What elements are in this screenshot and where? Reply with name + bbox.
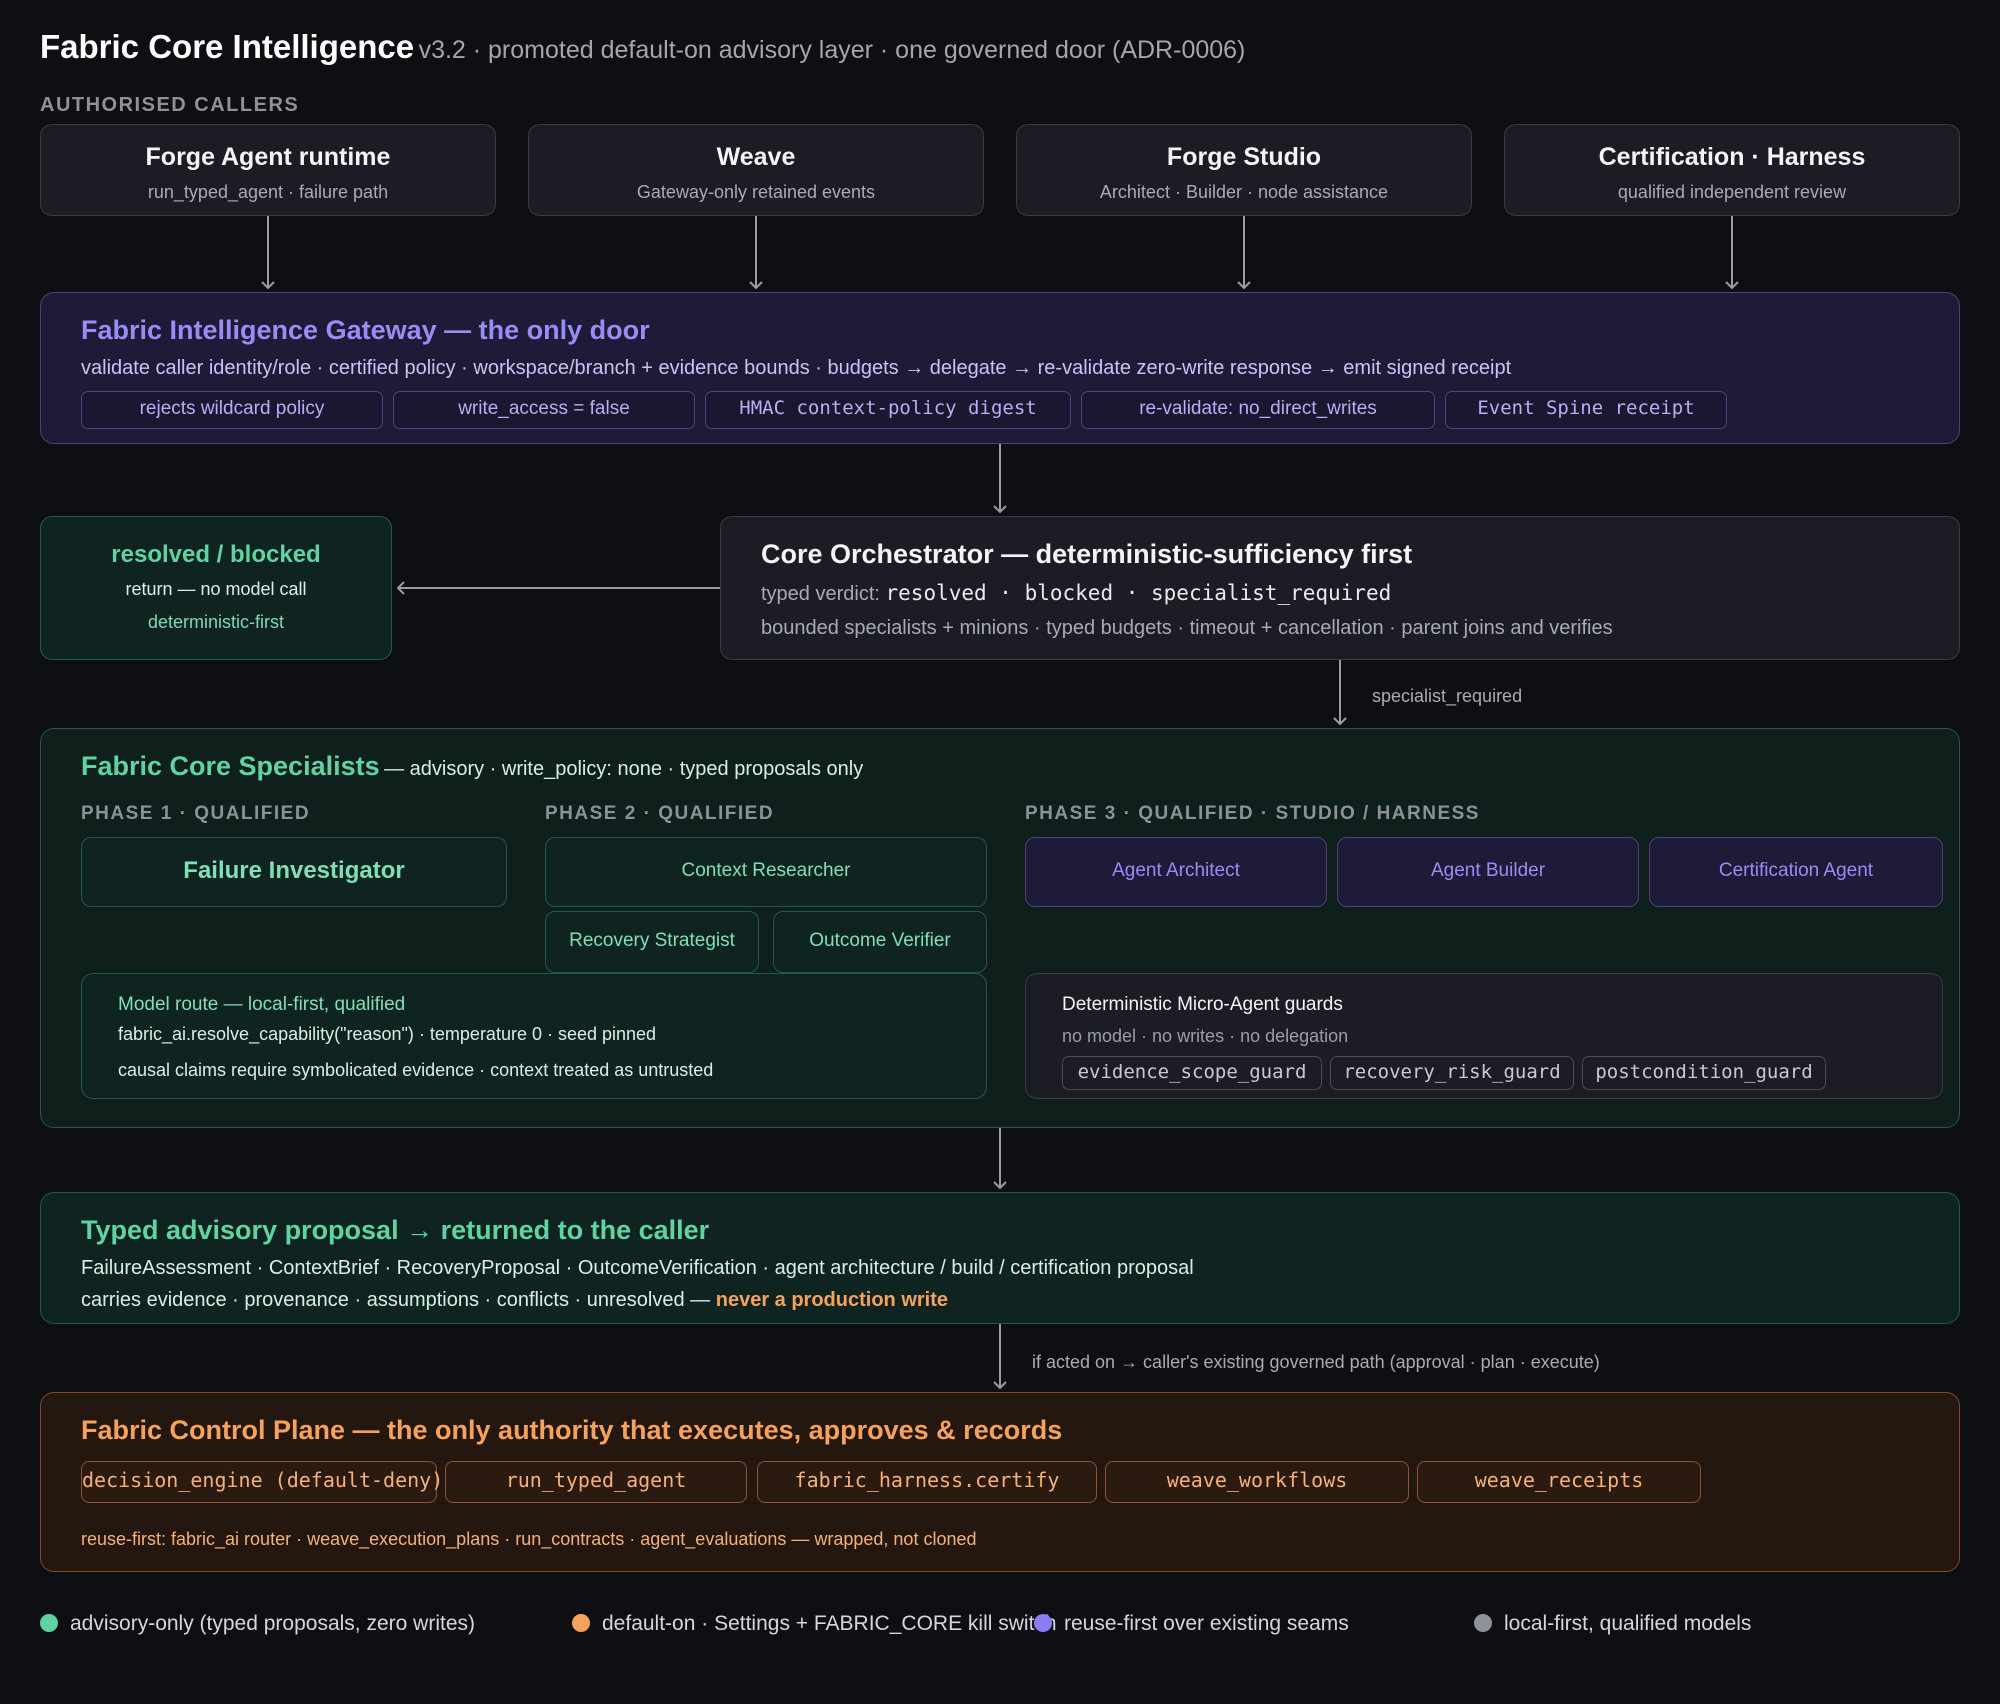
proposal-warning: never a production write — [715, 1289, 948, 1311]
legend-dot-icon — [1474, 1614, 1492, 1632]
model-route-line1: fabric_ai.resolve_capability("reason") ·… — [118, 1024, 657, 1044]
phase3-label: PHASE 3 · QUALIFIED · STUDIO / HARNESS — [1025, 803, 1480, 824]
agent-failure-investigator: Failure Investigator — [81, 837, 507, 907]
proposal-line2-text: carries evidence · provenance · assumpti… — [81, 1289, 711, 1311]
resolved-blocked-box: resolved / blocked return — no model cal… — [40, 516, 392, 660]
agent-certification: Certification Agent — [1649, 837, 1943, 907]
legend-label: reuse-first over existing seams — [1064, 1612, 1349, 1635]
gateway-chip: HMAC context-policy digest — [705, 391, 1071, 429]
caller-desc: qualified independent review — [1617, 182, 1847, 202]
specialists-title: Fabric Core Specialists — [81, 751, 380, 781]
architecture-diagram: Fabric Core Intelligence v3.2 · promoted… — [0, 0, 2000, 1704]
model-route-box: Model route — local-first, qualified fab… — [81, 973, 987, 1099]
phase2-label: PHASE 2 · QUALIFIED — [545, 803, 775, 824]
legend-dot-icon — [40, 1614, 58, 1632]
control-chip: fabric_harness.certify — [757, 1461, 1097, 1503]
gateway-chip: rejects wildcard policy — [81, 391, 383, 429]
agent-recovery-strategist: Recovery Strategist — [545, 911, 759, 973]
legend-item-reuse-first: reuse-first over existing seams — [1034, 1612, 1349, 1636]
resolved-title: resolved / blocked — [111, 541, 321, 568]
gateway-chip: re-validate: no_direct_writes — [1081, 391, 1435, 429]
legend-item-advisory: advisory-only (typed proposals, zero wri… — [40, 1612, 475, 1636]
gateway-chip: write_access = false — [393, 391, 695, 429]
caller-desc: Architect · Builder · node assistance — [1099, 182, 1389, 202]
legend-item-local-first: local-first, qualified models — [1474, 1612, 1751, 1636]
specialists-box: Fabric Core Specialists — advisory · wri… — [40, 728, 1960, 1128]
caller-name: Forge Studio — [1166, 143, 1322, 171]
caller-name: Certification · Harness — [1598, 143, 1866, 171]
legend-label: advisory-only (typed proposals, zero wri… — [70, 1612, 475, 1635]
control-plane-footer: reuse-first: fabric_ai router · weave_ex… — [81, 1529, 977, 1549]
caller-certification-harness: Certification · Harness qualified indepe… — [1504, 124, 1960, 216]
orchestrator-verdict: typed verdict: resolved · blocked · spec… — [761, 581, 1391, 606]
legend-label: default-on · Settings + FABRIC_CORE kill… — [602, 1612, 1057, 1635]
guards-title: Deterministic Micro-Agent guards — [1062, 994, 1343, 1015]
caller-desc: run_typed_agent · failure path — [147, 182, 389, 202]
guards-subtitle: no model · no writes · no delegation — [1062, 1026, 1349, 1046]
agent-architect: Agent Architect — [1025, 837, 1327, 907]
gateway-chip: Event Spine receipt — [1445, 391, 1727, 429]
resolved-line1: return — no model call — [125, 579, 307, 599]
specialists-header: Fabric Core Specialists — advisory · wri… — [81, 751, 863, 782]
control-plane-title: Fabric Control Plane — the only authorit… — [81, 1415, 1063, 1445]
legend-label: local-first, qualified models — [1504, 1612, 1752, 1635]
caller-weave: Weave Gateway-only retained events — [528, 124, 984, 216]
specialists-subtitle: — advisory · write_policy: none · typed … — [384, 758, 864, 780]
diagram-header: Fabric Core Intelligence v3.2 · promoted… — [40, 28, 1245, 66]
guard-chip: postcondition_guard — [1582, 1056, 1826, 1090]
proposal-line1: FailureAssessment · ContextBrief · Recov… — [81, 1257, 1194, 1279]
edge-label-acted-on: if acted on → caller's existing governed… — [1032, 1352, 1600, 1372]
control-plane-box: Fabric Control Plane — the only authorit… — [40, 1392, 1960, 1572]
legend-dot-icon — [572, 1614, 590, 1632]
orchestrator-title: Core Orchestrator — deterministic-suffic… — [761, 539, 1413, 569]
legend-item-default-on: default-on · Settings + FABRIC_CORE kill… — [572, 1612, 1057, 1636]
caller-forge-studio: Forge Studio Architect · Builder · node … — [1016, 124, 1472, 216]
proposal-title: Typed advisory proposal → returned to th… — [81, 1215, 710, 1245]
model-route-line2: causal claims require symbolicated evide… — [118, 1060, 714, 1080]
guard-chip: evidence_scope_guard — [1062, 1056, 1322, 1090]
caller-desc: Gateway-only retained events — [636, 182, 876, 202]
gateway-title: Fabric Intelligence Gateway — the only d… — [81, 315, 650, 345]
caller-forge-agent-runtime: Forge Agent runtime run_typed_agent · fa… — [40, 124, 496, 216]
orchestrator-box: Core Orchestrator — deterministic-suffic… — [720, 516, 1960, 660]
agent-context-researcher: Context Researcher — [545, 837, 987, 907]
control-chip: weave_workflows — [1105, 1461, 1409, 1503]
control-chip: decision_engine (default-deny) — [81, 1461, 443, 1503]
guard-chip: recovery_risk_guard — [1330, 1056, 1574, 1090]
micro-agent-guards-box: Deterministic Micro-Agent guards no mode… — [1025, 973, 1943, 1099]
agent-builder: Agent Builder — [1337, 837, 1639, 907]
gateway-box: Fabric Intelligence Gateway — the only d… — [40, 292, 1960, 444]
verdict-values: resolved · blocked · specialist_required — [885, 581, 1392, 605]
callers-section-label: AUTHORISED CALLERS — [40, 94, 300, 116]
model-route-title: Model route — local-first, qualified — [118, 994, 406, 1015]
proposal-line2: carries evidence · provenance · assumpti… — [81, 1289, 948, 1312]
caller-name: Forge Agent runtime — [145, 143, 391, 171]
verdict-label: typed verdict: — [761, 583, 880, 605]
gateway-desc: validate caller identity/role · certifie… — [81, 357, 1512, 379]
control-chip: run_typed_agent — [445, 1461, 747, 1503]
orchestrator-desc: bounded specialists + minions · typed bu… — [761, 617, 1613, 639]
diagram-subtitle: v3.2 · promoted default-on advisory laye… — [418, 36, 1246, 64]
control-chip: weave_receipts — [1417, 1461, 1701, 1503]
agent-outcome-verifier: Outcome Verifier — [773, 911, 987, 973]
advisory-proposal-box: Typed advisory proposal → returned to th… — [40, 1192, 1960, 1324]
diagram-title: Fabric Core Intelligence — [40, 28, 415, 65]
caller-name: Weave — [716, 143, 796, 171]
edge-label-specialist-required: specialist_required — [1372, 686, 1523, 706]
legend-dot-icon — [1034, 1614, 1052, 1632]
resolved-line2: deterministic-first — [147, 612, 285, 632]
phase1-label: PHASE 1 · QUALIFIED — [81, 803, 311, 824]
